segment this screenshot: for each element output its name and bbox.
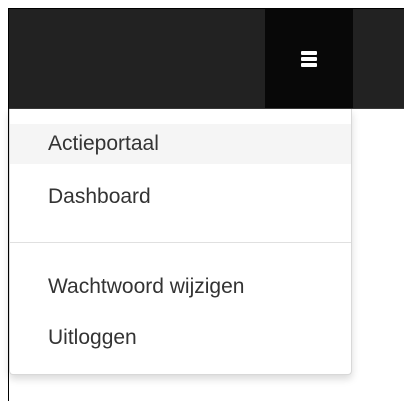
menu-item-change-password[interactable]: Wachtwoord wijzigen bbox=[10, 267, 351, 307]
menu-divider bbox=[10, 242, 351, 243]
hamburger-bar bbox=[301, 56, 317, 61]
navbar-toggle-button[interactable] bbox=[265, 9, 353, 108]
menu-item-logout[interactable]: Uitloggen bbox=[10, 318, 351, 358]
hamburger-menu-icon bbox=[301, 50, 317, 67]
hamburger-bar bbox=[301, 62, 317, 67]
menu-item-dashboard[interactable]: Dashboard bbox=[10, 177, 351, 217]
dropdown-menu: Actieportaal Dashboard Wachtwoord wijzig… bbox=[9, 109, 352, 375]
menu-item-actieportaal[interactable]: Actieportaal bbox=[10, 124, 351, 164]
hamburger-bar bbox=[301, 50, 317, 55]
